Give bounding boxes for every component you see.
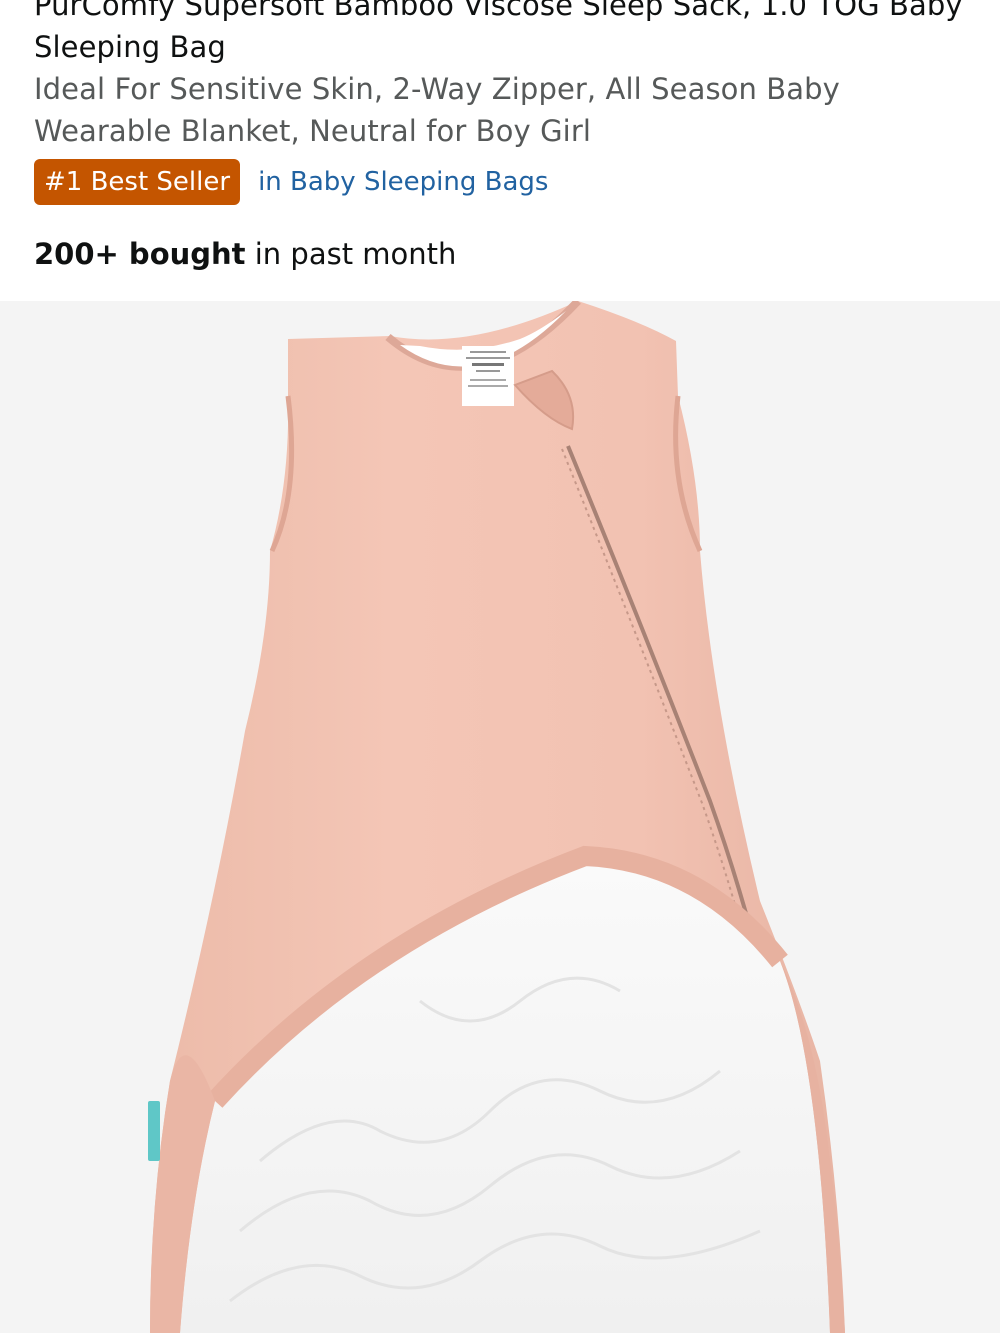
best-seller-badge[interactable]: #1 Best Seller (34, 159, 241, 205)
product-title-block: PurComfy Supersoft Bamboo Viscose Sleep … (34, 0, 974, 152)
bought-suffix: in past month (245, 237, 457, 271)
product-subtitle: Ideal For Sensitive Skin, 2-Way Zipper, … (34, 72, 840, 148)
brand-tag (148, 1101, 160, 1161)
product-image[interactable] (0, 301, 1000, 1333)
bought-count: 200+ bought (34, 237, 246, 271)
product-detail-page: PurComfy Supersoft Bamboo Viscose Sleep … (0, 0, 1000, 1333)
sleep-sack-illustration (0, 301, 1000, 1333)
best-seller-category-link[interactable]: in Baby Sleeping Bags (258, 159, 548, 205)
product-title[interactable]: PurComfy Supersoft Bamboo Viscose Sleep … (34, 0, 974, 68)
size-label (462, 346, 514, 406)
best-seller-row: #1 Best Seller in Baby Sleeping Bags (34, 159, 548, 205)
bought-in-past-month: 200+ bought in past month (34, 232, 456, 276)
